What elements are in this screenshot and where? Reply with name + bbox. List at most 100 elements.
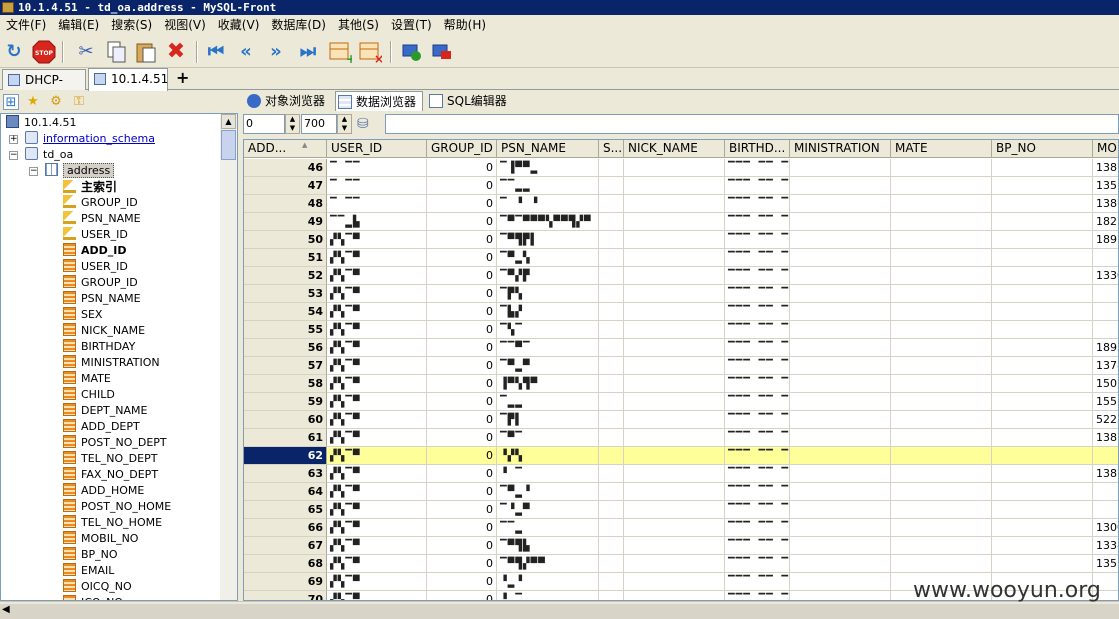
- psn-name-cell[interactable]: ▔▐▀▀▂: [497, 159, 599, 177]
- mobile-cell[interactable]: 1897: [1093, 231, 1118, 249]
- tree-view-icon[interactable]: ⊞: [3, 94, 19, 110]
- ministration-cell[interactable]: [790, 267, 891, 285]
- group-id-cell[interactable]: 0: [427, 483, 497, 501]
- row-number[interactable]: 53: [244, 285, 327, 303]
- tree-node[interactable]: BP_NO: [63, 547, 118, 563]
- tree-node[interactable]: information_schema: [25, 131, 155, 147]
- nick-name-cell[interactable]: [624, 213, 725, 231]
- user-id-cell[interactable]: ▔▔▂▙: [327, 213, 427, 231]
- bp-no-cell[interactable]: [992, 411, 1093, 429]
- tab-dhcp-log[interactable]: DHCP-LOG: [2, 69, 86, 107]
- row-number[interactable]: 49: [244, 213, 327, 231]
- menu-help[interactable]: 帮助(H): [438, 15, 492, 36]
- user-id-cell[interactable]: ▞▚▔▀: [327, 501, 427, 519]
- user-id-cell[interactable]: ▔ ▔▔: [327, 177, 427, 195]
- limit-spinner[interactable]: ▲ ▼: [337, 114, 352, 134]
- sex-cell[interactable]: [599, 249, 624, 267]
- ministration-cell[interactable]: [790, 501, 891, 519]
- nick-name-cell[interactable]: [624, 537, 725, 555]
- paste-icon[interactable]: [134, 40, 158, 64]
- sex-cell[interactable]: [599, 285, 624, 303]
- ministration-cell[interactable]: [790, 429, 891, 447]
- tree-node[interactable]: GROUP_ID: [63, 195, 138, 211]
- mate-cell[interactable]: [891, 321, 992, 339]
- nick-name-cell[interactable]: [624, 267, 725, 285]
- last-record-icon[interactable]: ⏭: [296, 40, 320, 64]
- sex-cell[interactable]: [599, 483, 624, 501]
- tree-node[interactable]: USER_ID: [63, 227, 128, 243]
- tree-node[interactable]: MOBIL_NO: [63, 531, 138, 547]
- collapse-icon[interactable]: −: [9, 151, 18, 160]
- ministration-cell[interactable]: [790, 339, 891, 357]
- group-id-cell[interactable]: 0: [427, 375, 497, 393]
- row-number[interactable]: 55: [244, 321, 327, 339]
- user-id-cell[interactable]: ▞▚▔▀: [327, 591, 427, 600]
- favorites-icon[interactable]: ★: [25, 94, 41, 110]
- psn-name-cell[interactable]: ▔▚▔: [497, 321, 599, 339]
- tree-node[interactable]: USER_ID: [63, 259, 128, 275]
- bp-no-cell[interactable]: [992, 447, 1093, 465]
- bp-no-cell[interactable]: [992, 501, 1093, 519]
- row-number[interactable]: 65: [244, 501, 327, 519]
- user-id-cell[interactable]: ▞▚▔▀: [327, 537, 427, 555]
- sex-cell[interactable]: [599, 591, 624, 600]
- tree-node[interactable]: td_oa: [25, 147, 73, 163]
- psn-name-cell[interactable]: ▔▛▚: [497, 285, 599, 303]
- mobile-cell[interactable]: 1378: [1093, 357, 1118, 375]
- tree-node[interactable]: OICQ_NO: [63, 579, 132, 595]
- mobile-cell[interactable]: 1387: [1093, 159, 1118, 177]
- previous-record-icon[interactable]: «: [234, 40, 258, 64]
- ministration-cell[interactable]: [790, 159, 891, 177]
- ministration-cell[interactable]: [790, 321, 891, 339]
- birthday-cell[interactable]: ▔▔▔ ▔▔ ▔▔: [725, 321, 790, 339]
- table-row[interactable]: 47▔ ▔▔0▔▔▂▂ ▔▔▔ ▔▔ ▔▔ 1351: [244, 177, 1118, 195]
- bp-no-cell[interactable]: [992, 375, 1093, 393]
- mate-cell[interactable]: [891, 465, 992, 483]
- column-header[interactable]: USER_ID: [327, 140, 427, 158]
- ministration-cell[interactable]: [790, 213, 891, 231]
- column-header[interactable]: MATE: [891, 140, 992, 158]
- psn-name-cell[interactable]: ▝ ▔: [497, 465, 599, 483]
- mate-cell[interactable]: [891, 519, 992, 537]
- group-id-cell[interactable]: 0: [427, 429, 497, 447]
- group-id-cell[interactable]: 0: [427, 555, 497, 573]
- birthday-cell[interactable]: ▔▔▔ ▔▔ ▔▔: [725, 285, 790, 303]
- bp-no-cell[interactable]: [992, 537, 1093, 555]
- nick-name-cell[interactable]: [624, 339, 725, 357]
- sex-cell[interactable]: [599, 501, 624, 519]
- ministration-cell[interactable]: [790, 357, 891, 375]
- birthday-cell[interactable]: ▔▔▔ ▔▔ ▔▔: [725, 195, 790, 213]
- filter-input[interactable]: [385, 114, 1119, 134]
- group-id-cell[interactable]: 0: [427, 393, 497, 411]
- table-row[interactable]: 57▞▚▔▀0▔▀▂▀ ▔▔▔ ▔▔ ▔▔ 1378: [244, 357, 1118, 375]
- mate-cell[interactable]: [891, 501, 992, 519]
- mobile-cell[interactable]: 1387: [1093, 465, 1118, 483]
- sex-cell[interactable]: [599, 231, 624, 249]
- nick-name-cell[interactable]: [624, 159, 725, 177]
- ministration-cell[interactable]: [790, 231, 891, 249]
- group-id-cell[interactable]: 0: [427, 231, 497, 249]
- nick-name-cell[interactable]: [624, 195, 725, 213]
- row-number[interactable]: 60: [244, 411, 327, 429]
- bp-no-cell[interactable]: [992, 519, 1093, 537]
- mobile-cell[interactable]: [1093, 285, 1118, 303]
- ministration-cell[interactable]: [790, 519, 891, 537]
- sex-cell[interactable]: [599, 429, 624, 447]
- nick-name-cell[interactable]: [624, 249, 725, 267]
- psn-name-cell[interactable]: ▔ ▝ ▝: [497, 195, 599, 213]
- mate-cell[interactable]: [891, 447, 992, 465]
- tree-node[interactable]: POST_NO_HOME: [63, 499, 171, 515]
- mobile-cell[interactable]: 1338: [1093, 537, 1118, 555]
- sex-cell[interactable]: [599, 555, 624, 573]
- nick-name-cell[interactable]: [624, 465, 725, 483]
- column-header[interactable]: BIRTHD...: [725, 140, 790, 158]
- sex-cell[interactable]: [599, 357, 624, 375]
- bp-no-cell[interactable]: [992, 303, 1093, 321]
- table-row[interactable]: 53 ▞▚▔▀ 0 ▔▛▚ ▔▔▔ ▔▔ ▔▔: [244, 285, 1118, 303]
- nick-name-cell[interactable]: [624, 519, 725, 537]
- tree-node[interactable]: CHILD: [63, 387, 115, 403]
- tree-node[interactable]: FAX_NO_DEPT: [63, 467, 158, 483]
- mobile-cell[interactable]: [1093, 447, 1118, 465]
- mobile-cell[interactable]: 5225: [1093, 411, 1118, 429]
- mate-cell[interactable]: [891, 339, 992, 357]
